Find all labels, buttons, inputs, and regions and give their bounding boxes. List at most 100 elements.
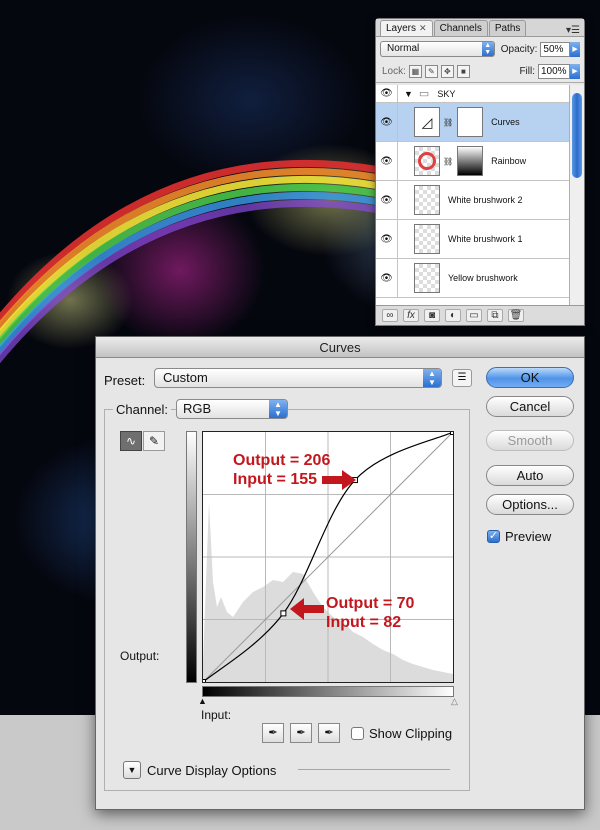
tab-layers[interactable]: Layers ✕ — [380, 20, 433, 36]
input-gradient-bar — [202, 686, 454, 697]
visibility-eye-icon[interactable]: 👁 — [376, 102, 398, 142]
auto-button[interactable]: Auto — [486, 465, 574, 486]
mask-icon[interactable]: ◙ — [424, 309, 440, 322]
channel-select[interactable]: RGB ▲ ▼ — [176, 399, 288, 419]
layer-list: 👁 ▼ ▭ SKY 👁 ◿ ⛓ Curves 👁 ⛓ Rainbow 👁 Whi… — [376, 85, 569, 307]
disclosure-triangle-icon[interactable]: ▼ — [404, 89, 413, 99]
black-eyedropper-icon[interactable]: ✒ — [262, 723, 284, 743]
new-layer-icon[interactable]: ⧉ — [487, 309, 503, 322]
lock-row: Lock: ▦ ✎ ✥ ■ Fill: 100% ▶ — [376, 61, 584, 83]
curve-display-options-toggle[interactable]: ▼ Curve Display Options — [123, 761, 276, 779]
trash-icon[interactable]: 🗑 — [508, 309, 524, 322]
tab-channels[interactable]: Channels — [433, 20, 488, 36]
fill-slider-button[interactable]: ▶ — [570, 64, 580, 79]
layer-name: Yellow brushwork — [448, 273, 518, 283]
curve-control-point[interactable] — [280, 610, 287, 617]
layer-row-white-brushwork-2[interactable]: 👁 White brushwork 2 — [376, 180, 569, 220]
preset-label: Preset: — [104, 373, 146, 388]
lock-label: Lock: — [382, 66, 406, 77]
select-arrows-icon: ▲ ▼ — [481, 42, 494, 56]
curve-control-point[interactable] — [450, 429, 456, 435]
link-icon: ⛓ — [443, 117, 454, 127]
show-clipping-checkbox[interactable]: Show Clipping — [351, 726, 452, 741]
panel-menu-icon[interactable]: ▾☰ — [562, 25, 584, 36]
preset-options-icon[interactable]: ☰ — [452, 369, 472, 387]
lock-transparency-icon[interactable]: ▦ — [408, 65, 422, 78]
gray-eyedropper-icon[interactable]: ✒ — [290, 723, 312, 743]
scrollbar-thumb[interactable] — [572, 93, 582, 178]
visibility-eye-icon[interactable]: 👁 — [376, 219, 398, 259]
show-clipping-label: Show Clipping — [369, 726, 453, 741]
layers-panel-tabs: Layers ✕ Channels Paths ▾☰ — [376, 19, 584, 37]
checkbox-checked-icon[interactable]: ✓ — [487, 530, 500, 543]
opacity-label: Opacity: — [500, 43, 538, 55]
opacity-slider-button[interactable]: ▶ — [570, 41, 580, 57]
lock-position-icon[interactable]: ✥ — [440, 65, 454, 78]
select-arrows-icon: ▲ ▼ — [423, 369, 441, 387]
checkbox-box[interactable] — [351, 727, 364, 740]
preset-value: Custom — [163, 370, 208, 385]
curves-dialog: Curves Preset: Custom ▲ ▼ ☰ Channel: RGB ▲ ▼… — [95, 336, 585, 810]
folder-icon: ▭ — [418, 88, 430, 100]
disclosure-triangle-icon[interactable]: ▼ — [123, 761, 141, 779]
layer-mask-thumbnail[interactable] — [457, 107, 484, 137]
layer-row-yellow-brushwork[interactable]: 👁 Yellow brushwork — [376, 258, 569, 298]
preset-select[interactable]: Custom ▲ ▼ — [154, 368, 442, 388]
layer-group-sky[interactable]: 👁 ▼ ▭ SKY — [376, 85, 569, 103]
preview-checkbox[interactable]: ✓ Preview — [487, 529, 551, 544]
annotation-text: Input = 155 — [233, 471, 318, 488]
annotation-arrow-right-icon — [322, 470, 356, 490]
output-gradient-bar — [186, 431, 197, 683]
annotation-arrow-left-icon — [290, 598, 324, 620]
visibility-eye-icon[interactable]: 👁 — [376, 258, 398, 298]
tab-label: Paths — [494, 23, 521, 34]
black-point-slider-icon[interactable]: ▲ — [198, 696, 207, 706]
annotation-text: Output = 70 — [326, 595, 415, 612]
curve-display-options-label: Curve Display Options — [147, 762, 277, 778]
adjustment-icon[interactable]: ◐ — [445, 309, 461, 322]
edit-points-curve-icon[interactable]: ∿ — [120, 431, 142, 451]
divider — [298, 769, 450, 770]
options-button[interactable]: Options... — [486, 494, 574, 515]
layer-thumbnail — [414, 146, 440, 176]
layer-name: Curves — [491, 117, 520, 127]
cancel-button[interactable]: Cancel — [486, 396, 574, 417]
layer-row-rainbow[interactable]: 👁 ⛓ Rainbow — [376, 141, 569, 181]
lock-pixels-icon[interactable]: ✎ — [424, 65, 438, 78]
fx-icon[interactable]: fx — [403, 309, 419, 322]
visibility-eye-icon[interactable]: 👁 — [376, 180, 398, 220]
rainbow-thumb-shape — [418, 152, 436, 170]
white-point-slider-icon[interactable]: △ — [451, 696, 458, 707]
blend-mode-select[interactable]: Normal ▲ ▼ — [380, 41, 495, 57]
visibility-eye-icon[interactable]: 👁 — [376, 141, 398, 181]
layer-row-curves[interactable]: 👁 ◿ ⛓ Curves — [376, 102, 569, 142]
preview-label: Preview — [505, 529, 552, 544]
fill-input[interactable]: 100% — [538, 64, 570, 79]
layer-mask-thumbnail[interactable] — [457, 146, 484, 176]
link-icon: ⛓ — [443, 156, 454, 166]
layer-name: Rainbow — [491, 156, 527, 166]
curve-control-point[interactable] — [200, 679, 206, 685]
ok-button[interactable]: OK — [486, 367, 574, 388]
annotation-lower: Output = 70 Input = 82 — [326, 594, 414, 632]
link-icon[interactable]: ∞ — [382, 309, 398, 322]
opacity-input[interactable]: 50% — [540, 41, 571, 57]
smooth-button[interactable]: Smooth — [486, 430, 574, 451]
blend-mode-value: Normal — [387, 43, 420, 54]
annotation-upper: Output = 206 Input = 155 — [233, 451, 330, 489]
layer-row-white-brushwork-1[interactable]: 👁 White brushwork 1 — [376, 219, 569, 259]
close-icon[interactable]: ✕ — [419, 23, 427, 34]
select-arrows-icon: ▲ ▼ — [269, 400, 287, 418]
input-label: Input: — [201, 708, 232, 722]
lock-all-icon[interactable]: ■ — [456, 65, 470, 78]
layers-bottom-toolbar: ∞ fx ◙ ◐ ▭ ⧉ 🗑 — [376, 305, 584, 325]
folder-icon[interactable]: ▭ — [466, 309, 482, 322]
pencil-icon[interactable]: ✎ — [143, 431, 165, 451]
white-eyedropper-icon[interactable]: ✒ — [318, 723, 340, 743]
visibility-eye-icon[interactable]: 👁 — [376, 85, 398, 103]
layer-thumbnail — [414, 185, 440, 215]
layer-list-scrollbar[interactable] — [569, 85, 584, 307]
tab-paths[interactable]: Paths — [488, 20, 527, 36]
annotation-text: Input = 82 — [326, 614, 402, 631]
dialog-title: Curves — [96, 337, 584, 358]
